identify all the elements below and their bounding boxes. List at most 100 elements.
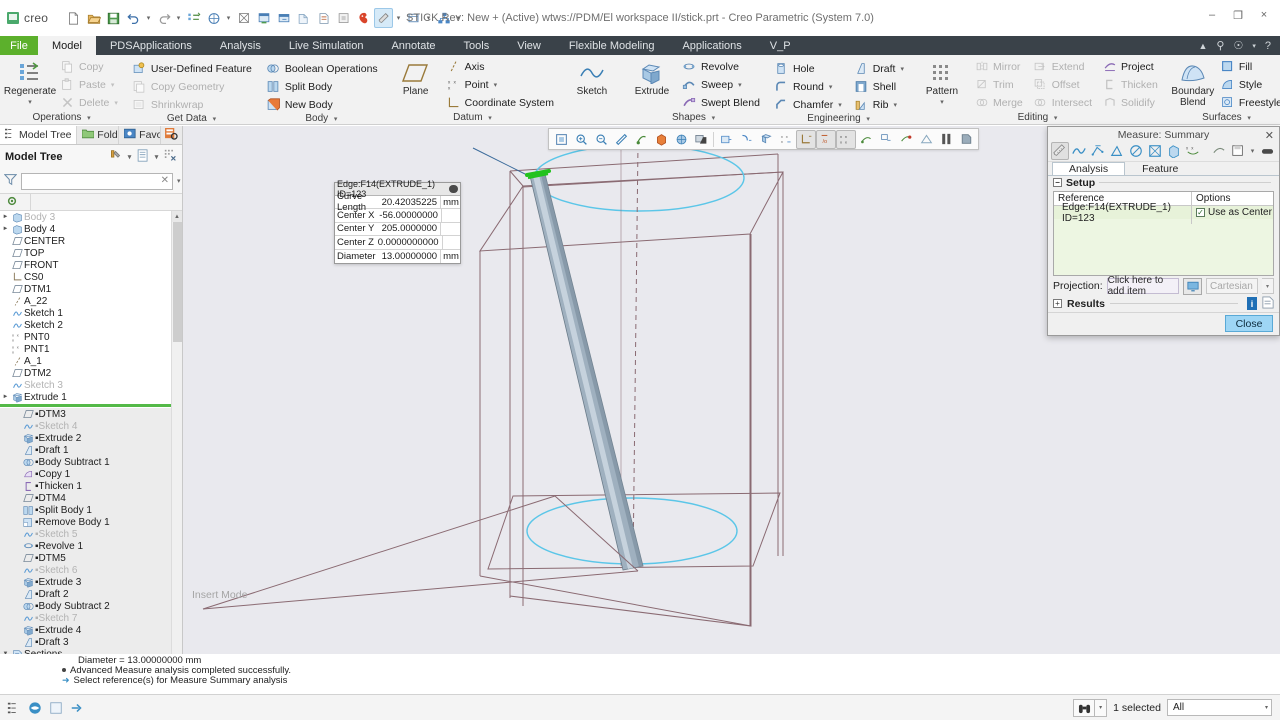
regenerate-button[interactable]: Regenerate ▾ bbox=[4, 58, 56, 108]
model-tree[interactable]: ► Body 3 ► Body 4 CENTER TOP FRONT CS0 DTM1 A_22 S… bbox=[0, 211, 182, 684]
chevron-down-icon[interactable]: ▾ bbox=[114, 99, 118, 107]
hole-button[interactable]: Hole bbox=[772, 60, 846, 77]
tab-live-simulation[interactable]: Live Simulation bbox=[275, 36, 378, 55]
tree-columns-icon[interactable] bbox=[164, 149, 177, 165]
restore-icon[interactable]: ❐ bbox=[1226, 6, 1250, 24]
save-icon[interactable] bbox=[1229, 142, 1247, 160]
paste-button[interactable]: Paste ▾ bbox=[58, 76, 122, 93]
copy-button[interactable]: Copy bbox=[58, 58, 122, 75]
chevron-down-icon[interactable]: ▾ bbox=[1265, 704, 1268, 711]
tab-view[interactable]: View bbox=[503, 36, 555, 55]
chevron-down-icon[interactable]: ▾ bbox=[454, 14, 463, 22]
quick-access-toolbar[interactable]: ▾ ▾ ▾ ▾ ▾ ▾ bbox=[58, 8, 463, 28]
info-icon[interactable]: i bbox=[1247, 297, 1257, 311]
tree-item[interactable]: ▪Remove Body 1 bbox=[0, 516, 171, 528]
report-icon[interactable] bbox=[1262, 296, 1274, 312]
tab-applications[interactable]: Applications bbox=[668, 36, 755, 55]
chevron-down-icon[interactable]: ▾ bbox=[1262, 278, 1274, 295]
view-manager-icon[interactable] bbox=[671, 130, 691, 149]
sketch-button[interactable]: Sketch bbox=[566, 58, 618, 97]
dimension-display-icon[interactable] bbox=[856, 130, 876, 149]
measure-volume-icon[interactable] bbox=[1165, 142, 1183, 160]
datum-csys-display-icon[interactable] bbox=[796, 129, 816, 149]
window-controls[interactable]: – ❐ × bbox=[1200, 6, 1276, 24]
assembly-icon[interactable] bbox=[434, 8, 453, 28]
round-button[interactable]: Round ▾ bbox=[772, 78, 846, 95]
point-display-icon[interactable] bbox=[896, 130, 916, 149]
window-icon[interactable] bbox=[47, 699, 65, 717]
revolve-button[interactable]: Revolve bbox=[680, 58, 764, 75]
chevron-down-icon[interactable]: ▾ bbox=[84, 114, 93, 122]
highlight-icon[interactable] bbox=[374, 8, 393, 28]
chevron-down-icon[interactable]: ▾ bbox=[331, 115, 340, 123]
measure-curve-icon[interactable] bbox=[1070, 142, 1088, 160]
close-window-icon[interactable] bbox=[234, 8, 253, 28]
chevron-down-icon[interactable]: ▾ bbox=[144, 14, 153, 22]
tree-item[interactable]: DTM1 bbox=[0, 283, 171, 295]
tree-item[interactable]: ▪DTM5 bbox=[0, 552, 171, 564]
tree-item[interactable]: ▪Revolve 1 bbox=[0, 540, 171, 552]
nav-tab-browser[interactable] bbox=[161, 126, 182, 144]
boundary-blend-button[interactable]: Boundary Blend bbox=[1170, 58, 1216, 108]
account-icon[interactable]: ☉ bbox=[1233, 39, 1243, 52]
results-section-header[interactable]: + Results i bbox=[1048, 296, 1279, 312]
minimize-icon[interactable]: – bbox=[1200, 6, 1224, 24]
filter-tree-icon[interactable] bbox=[5, 699, 23, 717]
nav-tab-bar[interactable]: Model Tree Folder Favorit bbox=[0, 126, 182, 145]
browser-icon[interactable] bbox=[26, 699, 44, 717]
tree-item[interactable]: Sketch 1 bbox=[0, 307, 171, 319]
selection-filter-select[interactable]: All ▾ bbox=[1167, 699, 1272, 716]
mirror-button[interactable]: Mirror bbox=[972, 58, 1027, 75]
tree-item[interactable]: ▪Extrude 2 bbox=[0, 432, 171, 444]
ribbon-right-controls[interactable]: ▲ ⚲ ☉ ▾ ? bbox=[1199, 36, 1280, 55]
graphics-toolbar[interactable]: xxx /o xxxx bbox=[548, 128, 979, 150]
filter-settings-icon[interactable] bbox=[109, 149, 122, 165]
measurement-callout[interactable]: Edge:F14(EXTRUDE_1) ID=123 Curve Length … bbox=[334, 179, 461, 264]
tree-item[interactable]: ▪Sketch 4 bbox=[0, 420, 171, 432]
nav-tab-favorites[interactable]: Favorit bbox=[119, 126, 162, 144]
spin-center-icon[interactable] bbox=[631, 130, 651, 149]
measure-length-icon[interactable] bbox=[1051, 142, 1069, 161]
chevron-down-icon[interactable]: ▾ bbox=[224, 14, 233, 22]
scroll-up-icon[interactable]: ▲ bbox=[172, 211, 182, 222]
reference-table[interactable]: Reference Options Edge:F14(EXTRUDE_1) ID… bbox=[1053, 191, 1274, 277]
tab-flexible-modeling[interactable]: Flexible Modeling bbox=[555, 36, 669, 55]
collapse-icon[interactable]: − bbox=[1053, 178, 1062, 188]
settings-gear-icon[interactable] bbox=[6, 195, 18, 210]
tree-item[interactable]: ▪Extrude 4 bbox=[0, 624, 171, 636]
tab-annotate[interactable]: Annotate bbox=[377, 36, 449, 55]
open-icon[interactable] bbox=[84, 8, 103, 28]
axis-button[interactable]: Axis bbox=[444, 58, 558, 75]
chevron-down-icon[interactable]: ▾ bbox=[709, 114, 718, 122]
tree-item[interactable]: ► Body 3 bbox=[0, 211, 171, 223]
tree-item[interactable]: ▪Extrude 3 bbox=[0, 576, 171, 588]
expand-arrow-icon[interactable]: ► bbox=[0, 394, 11, 400]
thicken-button[interactable]: Thicken bbox=[1100, 76, 1162, 93]
binoculars-icon[interactable] bbox=[1073, 698, 1096, 717]
tab-tools[interactable]: Tools bbox=[450, 36, 504, 55]
tree-item[interactable]: x x x PNT1 bbox=[0, 343, 171, 355]
reference-table-body[interactable] bbox=[1054, 219, 1273, 276]
tree-item[interactable]: CENTER bbox=[0, 235, 171, 247]
coordinate-type-select[interactable]: Cartesian bbox=[1206, 278, 1258, 295]
ribbon-tabs[interactable]: File Model PDSApplications Analysis Live… bbox=[0, 36, 1280, 55]
tree-item[interactable]: ▪Body Subtract 1 bbox=[0, 456, 171, 468]
option-cell[interactable]: ✓ Use as Center bbox=[1192, 207, 1273, 218]
screen-projection-icon[interactable] bbox=[1183, 277, 1202, 295]
clear-icon[interactable]: ✕ bbox=[161, 175, 169, 186]
chevron-down-icon[interactable]: ▾ bbox=[1245, 114, 1254, 122]
solidify-button[interactable]: Solidify bbox=[1100, 94, 1162, 111]
new-body-button[interactable]: New Body bbox=[264, 96, 382, 113]
coordinate-system-button[interactable]: Coordinate System bbox=[444, 94, 558, 111]
regenerate-icon[interactable] bbox=[184, 8, 203, 28]
delete-button[interactable]: Delete ▾ bbox=[58, 94, 122, 111]
search-filter-group[interactable]: ▾ bbox=[1073, 698, 1108, 717]
view-manager-icon[interactable] bbox=[404, 8, 423, 28]
measure-summary-dialog[interactable]: Measure: Summary ✕ xx ▾ Analysis Feature… bbox=[1047, 126, 1280, 336]
layers-icon[interactable] bbox=[334, 8, 353, 28]
chevron-down-icon[interactable]: ▾ bbox=[738, 81, 742, 89]
measure-angle-icon[interactable] bbox=[1108, 142, 1126, 160]
nav-tab-folder[interactable]: Folder bbox=[77, 126, 120, 144]
expand-arrow-icon[interactable]: ► bbox=[0, 214, 11, 220]
tree-item[interactable]: ▪Copy 1 bbox=[0, 468, 171, 480]
